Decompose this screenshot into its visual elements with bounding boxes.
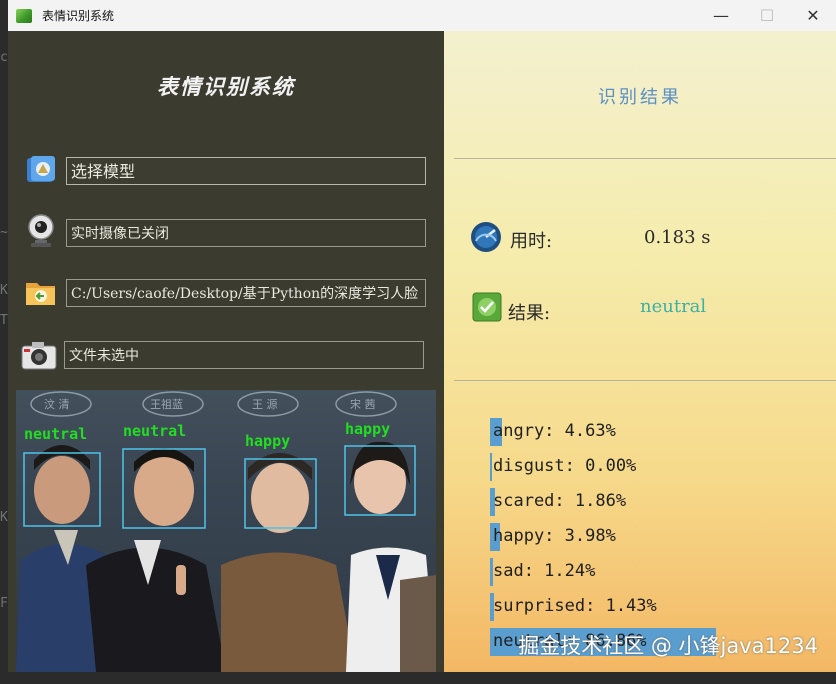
file-path-field[interactable]: C:/Users/caofe/Desktop/基于Python的深度学习人脸 xyxy=(66,279,426,307)
probability-label: disgust: 0.00% xyxy=(493,456,637,476)
title-bar: 表情识别系统 — ☐ ✕ xyxy=(8,0,836,31)
result-label: 结果: xyxy=(508,303,551,324)
face-label: neutral xyxy=(24,425,87,443)
speedometer-icon xyxy=(470,221,502,253)
banner-text: 王 源 xyxy=(252,397,278,411)
face-label: neutral xyxy=(123,422,186,440)
face-label: happy xyxy=(345,420,390,438)
detection-image-canvas: 汶 清 王祖蓝 王 源 宋 茜 neutral neutral happy ha… xyxy=(16,391,436,672)
model-folder-icon[interactable] xyxy=(24,153,58,187)
app-icon xyxy=(16,8,32,23)
probability-label: surprised: 1.43% xyxy=(493,596,657,616)
background-code-fragment: K xyxy=(0,283,8,298)
divider xyxy=(454,158,836,159)
app-heading: 表情识别系统 xyxy=(157,74,295,99)
camera-status-field[interactable]: 实时摄像已关闭 xyxy=(66,219,426,247)
time-value: 0.183 s xyxy=(644,227,711,248)
result-check-icon xyxy=(472,292,502,322)
probability-label: scared: 1.86% xyxy=(493,491,627,511)
time-label: 用时: xyxy=(510,231,553,252)
banner-text: 宋 茜 xyxy=(350,397,376,411)
maximize-button[interactable]: ☐ xyxy=(744,0,790,31)
detection-image: 汶 清 王祖蓝 王 源 宋 茜 neutral neutral happy ha… xyxy=(16,390,436,672)
result-panel: 识别结果 用时: 0.183 s 结果: neutral angry: 4.63… xyxy=(444,31,836,672)
open-folder-icon[interactable] xyxy=(24,275,58,309)
banner-text: 汶 清 xyxy=(44,397,70,411)
background-editor-strip xyxy=(0,670,836,684)
probability-label: sad: 1.24% xyxy=(493,561,596,581)
webcam-icon[interactable] xyxy=(24,213,58,247)
watermark-text: 掘金技术社区 @ 小锋java1234 xyxy=(518,634,818,658)
background-code-fragment: F xyxy=(0,596,8,611)
face-label: happy xyxy=(245,432,290,450)
divider xyxy=(454,380,836,381)
probability-label: angry: 4.63% xyxy=(493,421,616,441)
app-window: 表情识别系统 — ☐ ✕ 表情识别系统 选择模型 实时摄像已关闭 C:/User… xyxy=(8,0,836,672)
background-code-fragment: c xyxy=(0,50,8,65)
close-button[interactable]: ✕ xyxy=(790,0,836,31)
background-code-fragment: K xyxy=(0,510,8,525)
window-title: 表情识别系统 xyxy=(42,9,115,23)
banner-text: 王祖蓝 xyxy=(150,397,183,411)
model-select-field[interactable]: 选择模型 xyxy=(66,157,426,185)
background-code-fragment: ~ xyxy=(0,225,8,240)
control-panel: 表情识别系统 选择模型 实时摄像已关闭 C:/Users/caofe/Deskt… xyxy=(8,31,444,672)
minimize-button[interactable]: — xyxy=(698,0,744,31)
result-heading: 识别结果 xyxy=(598,87,682,108)
probability-label: happy: 3.98% xyxy=(493,526,616,546)
result-value: neutral xyxy=(640,296,707,317)
probability-bar xyxy=(490,453,492,481)
image-file-field[interactable]: 文件未选中 xyxy=(64,341,424,369)
background-code-fragment: T xyxy=(0,313,8,328)
camera-icon[interactable] xyxy=(20,338,57,372)
